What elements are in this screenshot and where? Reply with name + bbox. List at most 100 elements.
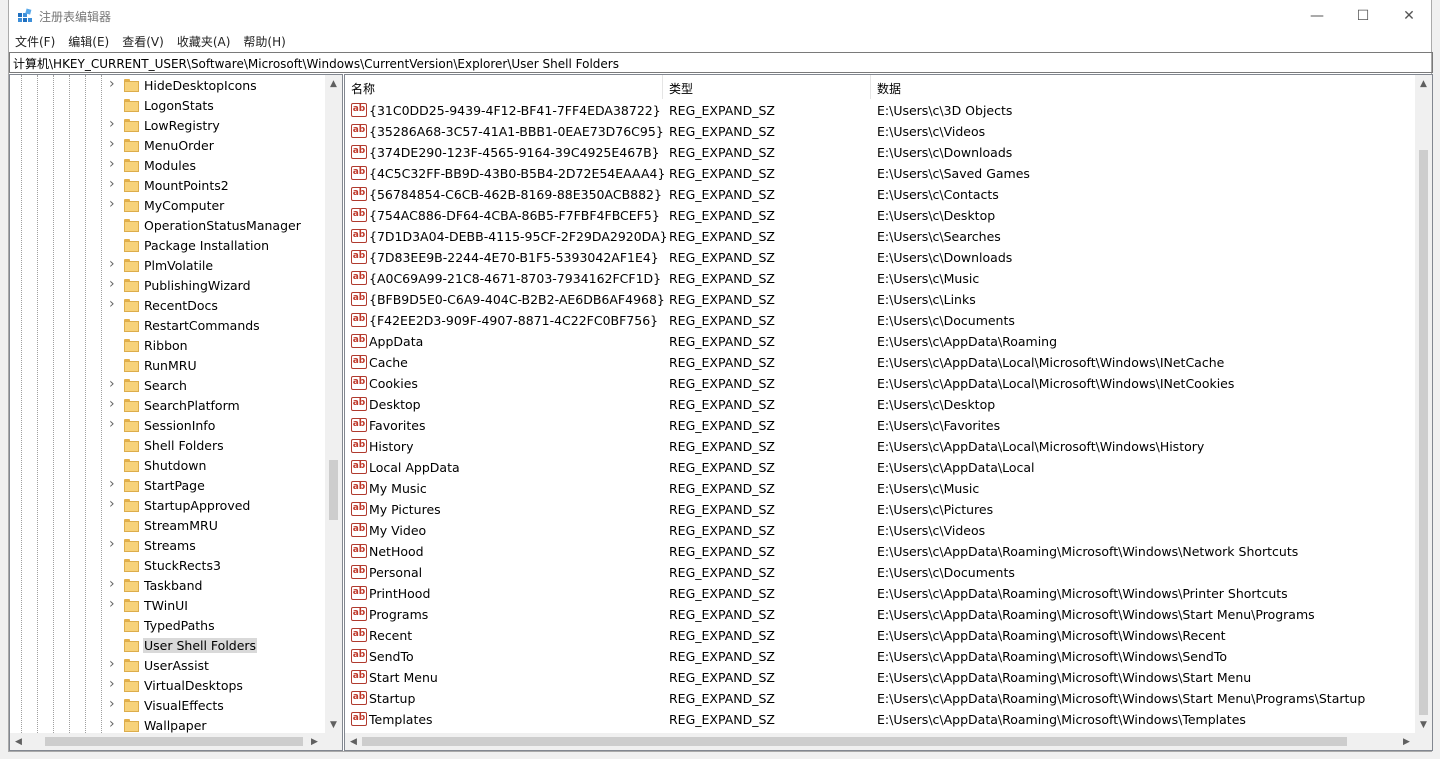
- close-button[interactable]: ✕: [1386, 0, 1432, 31]
- expand-chevron-icon[interactable]: ›: [109, 296, 119, 312]
- expand-chevron-icon[interactable]: ›: [109, 476, 119, 492]
- tree-item[interactable]: RestartCommands: [10, 316, 322, 336]
- tree-item[interactable]: › StartPage: [10, 476, 322, 496]
- expand-chevron-icon[interactable]: ›: [109, 656, 119, 672]
- value-row[interactable]: ab My Music REG_EXPAND_SZ E:\Users\c\Music: [345, 478, 1417, 499]
- tree-item[interactable]: OperationStatusManager: [10, 216, 322, 236]
- address-bar[interactable]: 计算机\HKEY_CURRENT_USER\Software\Microsoft…: [9, 52, 1433, 73]
- tree-item[interactable]: › SearchPlatform: [10, 396, 322, 416]
- expand-chevron-icon[interactable]: ›: [109, 156, 119, 172]
- tree-item[interactable]: › VirtualDesktops: [10, 676, 322, 696]
- value-row[interactable]: ab Favorites REG_EXPAND_SZ E:\Users\c\Favor…: [345, 415, 1417, 436]
- value-row[interactable]: ab {754AC886-DF64-4CBA-86B5-F7FBF4FBCEF5}…: [345, 205, 1417, 226]
- value-row[interactable]: ab {31C0DD25-9439-4F12-BF41-7FF4EDA38722}…: [345, 100, 1417, 121]
- expand-chevron-icon[interactable]: ›: [109, 136, 119, 152]
- tree-item[interactable]: › PlmVolatile: [10, 256, 322, 276]
- column-type-header[interactable]: 类型: [663, 75, 871, 99]
- expand-chevron-icon[interactable]: ›: [109, 76, 119, 92]
- tree-item[interactable]: TypedPaths: [10, 616, 322, 636]
- expand-chevron-icon[interactable]: ›: [109, 716, 119, 732]
- list-scroll-thumb[interactable]: [1419, 150, 1428, 715]
- expand-chevron-icon[interactable]: ›: [109, 376, 119, 392]
- expand-chevron-icon[interactable]: ›: [109, 596, 119, 612]
- value-row[interactable]: ab {A0C69A99-21C8-4671-8703-7934162FCF1D}…: [345, 268, 1417, 289]
- scroll-up-arrow-icon[interactable]: ▲: [325, 75, 342, 92]
- value-row[interactable]: ab Local AppData REG_EXPAND_SZ E:\Users\c\A…: [345, 457, 1417, 478]
- value-row[interactable]: ab Startup REG_EXPAND_SZ E:\Users\c\AppData…: [345, 688, 1417, 709]
- key-tree-pane[interactable]: › HideDesktopIcons LogonStats › LowRegistry ›…: [9, 74, 343, 751]
- tree-item[interactable]: StuckRects3: [10, 556, 322, 576]
- tree-item[interactable]: › LowRegistry: [10, 116, 322, 136]
- value-row[interactable]: ab Templates REG_EXPAND_SZ E:\Users\c\AppDa…: [345, 709, 1417, 730]
- tree-item[interactable]: › MountPoints2: [10, 176, 322, 196]
- tree-item[interactable]: › MyComputer: [10, 196, 322, 216]
- value-row[interactable]: ab SendTo REG_EXPAND_SZ E:\Users\c\AppData\…: [345, 646, 1417, 667]
- scroll-down-arrow-icon[interactable]: ▼: [325, 716, 342, 733]
- menu-edit[interactable]: 编辑(E): [68, 33, 109, 50]
- expand-chevron-icon[interactable]: ›: [109, 536, 119, 552]
- column-data-header[interactable]: 数据: [871, 75, 1417, 99]
- tree-item[interactable]: › HideDesktopIcons: [10, 76, 322, 96]
- tree-item[interactable]: › RecentDocs: [10, 296, 322, 316]
- tree-vertical-scrollbar[interactable]: ▲ ▼: [325, 75, 342, 733]
- tree-item[interactable]: User Shell Folders: [10, 636, 322, 656]
- expand-chevron-icon[interactable]: ›: [109, 116, 119, 132]
- column-name-header[interactable]: 名称: [345, 75, 663, 99]
- tree-item[interactable]: Shell Folders: [10, 436, 322, 456]
- tree-item[interactable]: Shutdown: [10, 456, 322, 476]
- value-row[interactable]: ab {35286A68-3C57-41A1-BBB1-0EAE73D76C95}…: [345, 121, 1417, 142]
- value-row[interactable]: ab {56784854-C6CB-462B-8169-88E350ACB882}…: [345, 184, 1417, 205]
- value-row[interactable]: ab {F42EE2D3-909F-4907-8871-4C22FC0BF756}…: [345, 310, 1417, 331]
- expand-chevron-icon[interactable]: ›: [109, 396, 119, 412]
- scroll-left-arrow-icon[interactable]: ◀: [10, 733, 27, 750]
- expand-chevron-icon[interactable]: ›: [109, 576, 119, 592]
- tree-item[interactable]: Package Installation: [10, 236, 322, 256]
- scroll-up-arrow-icon[interactable]: ▲: [1415, 75, 1432, 92]
- value-row[interactable]: ab NetHood REG_EXPAND_SZ E:\Users\c\AppData…: [345, 541, 1417, 562]
- tree-item[interactable]: › StartupApproved: [10, 496, 322, 516]
- tree-item[interactable]: RunMRU: [10, 356, 322, 376]
- expand-chevron-icon[interactable]: ›: [109, 496, 119, 512]
- tree-item[interactable]: › Wallpaper: [10, 716, 322, 733]
- title-bar[interactable]: 注册表编辑器 — ☐ ✕: [9, 0, 1431, 31]
- value-row[interactable]: ab {7D83EE9B-2244-4E70-B1F5-5393042AF1E4}…: [345, 247, 1417, 268]
- expand-chevron-icon[interactable]: ›: [109, 256, 119, 272]
- tree-item[interactable]: › SessionInfo: [10, 416, 322, 436]
- tree-horizontal-scrollbar[interactable]: ◀ ▶: [10, 733, 342, 750]
- list-horizontal-scrollbar[interactable]: ◀ ▶: [345, 733, 1432, 750]
- expand-chevron-icon[interactable]: ›: [109, 676, 119, 692]
- value-row[interactable]: ab History REG_EXPAND_SZ E:\Users\c\AppData…: [345, 436, 1417, 457]
- value-row[interactable]: ab Recent REG_EXPAND_SZ E:\Users\c\AppData\…: [345, 625, 1417, 646]
- minimize-button[interactable]: —: [1294, 0, 1340, 31]
- menu-help[interactable]: 帮助(H): [243, 33, 285, 50]
- value-row[interactable]: ab My Video REG_EXPAND_SZ E:\Users\c\Videos: [345, 520, 1417, 541]
- menu-favorites[interactable]: 收藏夹(A): [177, 33, 231, 50]
- tree-item[interactable]: › VisualEffects: [10, 696, 322, 716]
- value-row[interactable]: ab AppData REG_EXPAND_SZ E:\Users\c\AppData…: [345, 331, 1417, 352]
- scroll-left-arrow-icon[interactable]: ◀: [345, 733, 362, 750]
- tree-item[interactable]: › Modules: [10, 156, 322, 176]
- expand-chevron-icon[interactable]: ›: [109, 276, 119, 292]
- scroll-right-arrow-icon[interactable]: ▶: [1398, 733, 1415, 750]
- value-row[interactable]: ab Personal REG_EXPAND_SZ E:\Users\c\Docume…: [345, 562, 1417, 583]
- value-row[interactable]: ab {7D1D3A04-DEBB-4115-95CF-2F29DA2920DA}…: [345, 226, 1417, 247]
- menu-file[interactable]: 文件(F): [15, 33, 55, 50]
- tree-item[interactable]: › Search: [10, 376, 322, 396]
- expand-chevron-icon[interactable]: ›: [109, 176, 119, 192]
- value-row[interactable]: ab {374DE290-123F-4565-9164-39C4925E467B}…: [345, 142, 1417, 163]
- expand-chevron-icon[interactable]: ›: [109, 696, 119, 712]
- list-vertical-scrollbar[interactable]: ▲ ▼: [1415, 75, 1432, 733]
- tree-item[interactable]: LogonStats: [10, 96, 322, 116]
- tree-item[interactable]: StreamMRU: [10, 516, 322, 536]
- value-row[interactable]: ab Start Menu REG_EXPAND_SZ E:\Users\c\AppD…: [345, 667, 1417, 688]
- values-list-pane[interactable]: 名称 类型 数据 ab {31C0DD25-9439-4F12-BF41-7FF4…: [344, 74, 1433, 751]
- expand-chevron-icon[interactable]: ›: [109, 416, 119, 432]
- tree-item[interactable]: › TWinUI: [10, 596, 322, 616]
- tree-item[interactable]: › UserAssist: [10, 656, 322, 676]
- tree-item[interactable]: › Taskband: [10, 576, 322, 596]
- value-row[interactable]: ab Programs REG_EXPAND_SZ E:\Users\c\AppDat…: [345, 604, 1417, 625]
- scroll-down-arrow-icon[interactable]: ▼: [1415, 716, 1432, 733]
- expand-chevron-icon[interactable]: ›: [109, 196, 119, 212]
- value-row[interactable]: ab My Pictures REG_EXPAND_SZ E:\Users\c\Pic…: [345, 499, 1417, 520]
- value-row[interactable]: ab PrintHood REG_EXPAND_SZ E:\Users\c\AppDa…: [345, 583, 1417, 604]
